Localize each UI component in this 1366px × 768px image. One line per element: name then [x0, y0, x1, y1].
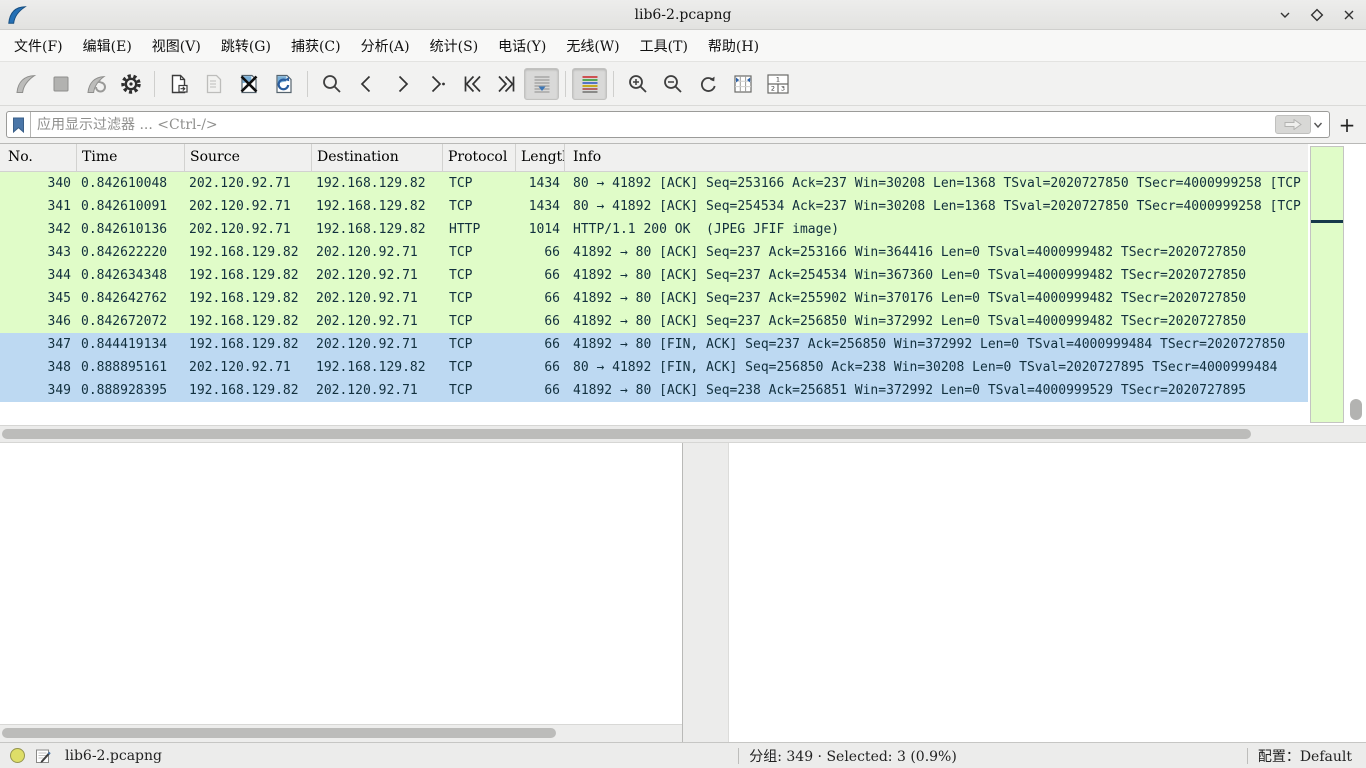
status-separator — [1247, 748, 1248, 764]
open-file-icon[interactable] — [161, 68, 196, 100]
column-header-time[interactable]: Time — [77, 144, 185, 171]
packet-row[interactable]: 345 0.842642762 192.168.129.82 202.120.9… — [0, 287, 1308, 310]
status-packet-counts: 分组: 349 · Selected: 3 (0.9%) — [749, 746, 957, 766]
filter-dropdown-chevron-icon[interactable] — [1313, 121, 1323, 129]
scrollbar-handle[interactable] — [2, 728, 556, 738]
add-filter-button[interactable]: + — [1334, 111, 1360, 138]
column-header-destination[interactable]: Destination — [312, 144, 443, 171]
column-header-no[interactable]: No. — [0, 144, 77, 171]
status-profile[interactable]: 配置：Default — [1258, 746, 1356, 766]
packet-details-horizontal-scrollbar[interactable] — [0, 724, 682, 742]
svg-text:1: 1 — [775, 75, 779, 83]
menu-item[interactable]: 编辑(E) — [73, 31, 142, 61]
display-filter-input-wrap — [6, 111, 1330, 138]
menu-item[interactable]: 无线(W) — [556, 31, 629, 61]
save-file-icon[interactable] — [196, 68, 231, 100]
pane-splitter[interactable] — [683, 443, 728, 742]
column-header-protocol[interactable]: Protocol — [443, 144, 516, 171]
go-last-packet-icon[interactable] — [489, 68, 524, 100]
zoom-out-icon[interactable] — [655, 68, 690, 100]
packet-list-vertical-scrollbar[interactable] — [1350, 399, 1362, 420]
find-packet-icon[interactable] — [314, 68, 349, 100]
column-header-info[interactable]: Info — [565, 144, 1308, 171]
display-filter-input[interactable] — [31, 112, 1275, 137]
main-toolbar: 123 — [0, 62, 1366, 106]
reload-file-icon[interactable] — [266, 68, 301, 100]
column-header-length[interactable]: Length — [516, 144, 565, 171]
packet-row[interactable]: 349 0.888928395 192.168.129.82 202.120.9… — [0, 379, 1308, 402]
auto-scroll-icon[interactable] — [524, 68, 559, 100]
filter-bar: + — [0, 106, 1366, 144]
stop-capture-icon[interactable] — [43, 68, 78, 100]
window-title: lib6-2.pcapng — [0, 7, 1366, 23]
status-bar: lib6-2.pcapng 分组: 349 · Selected: 3 (0.9… — [0, 742, 1366, 768]
toolbar-separator — [154, 71, 155, 97]
menu-item[interactable]: 工具(T) — [630, 31, 698, 61]
maximize-icon[interactable] — [1308, 6, 1326, 24]
status-separator — [738, 748, 739, 764]
menubar: 文件(F)编辑(E)视图(V)跳转(G)捕获(C)分析(A)统计(S)电话(Y)… — [0, 30, 1366, 62]
menu-item[interactable]: 跳转(G) — [211, 31, 281, 61]
titlebar: lib6-2.pcapng — [0, 0, 1366, 30]
packet-details-pane[interactable] — [0, 443, 683, 742]
scrollbar-handle[interactable] — [2, 429, 1251, 439]
apply-filter-icon[interactable] — [1275, 115, 1311, 134]
expert-info-icon[interactable] — [10, 748, 25, 763]
packet-row[interactable]: 343 0.842622220 192.168.129.82 202.120.9… — [0, 241, 1308, 264]
minimize-icon[interactable] — [1276, 6, 1294, 24]
capture-comment-icon[interactable] — [35, 748, 51, 764]
menu-item[interactable]: 统计(S) — [420, 31, 489, 61]
menu-item[interactable]: 捕获(C) — [281, 31, 351, 61]
toolbar-separator — [565, 71, 566, 97]
packet-row[interactable]: 344 0.842634348 192.168.129.82 202.120.9… — [0, 264, 1308, 287]
close-file-icon[interactable] — [231, 68, 266, 100]
detail-panes — [0, 443, 1366, 742]
svg-text:3: 3 — [780, 84, 784, 92]
packet-row[interactable]: 346 0.842672072 192.168.129.82 202.120.9… — [0, 310, 1308, 333]
menu-item[interactable]: 视图(V) — [142, 31, 211, 61]
intelligent-scrollbar-minimap[interactable] — [1310, 146, 1344, 423]
go-forward-icon[interactable] — [384, 68, 419, 100]
packet-row[interactable]: 348 0.888895161 202.120.92.71 192.168.12… — [0, 356, 1308, 379]
go-back-icon[interactable] — [349, 68, 384, 100]
packet-row[interactable]: 340 0.842610048 202.120.92.71 192.168.12… — [0, 172, 1308, 195]
zoom-reset-icon[interactable] — [690, 68, 725, 100]
capture-options-gear-icon[interactable] — [113, 68, 148, 100]
resize-columns-icon[interactable] — [725, 68, 760, 100]
filter-bookmark-icon[interactable] — [7, 112, 31, 137]
go-to-packet-icon[interactable] — [419, 68, 454, 100]
packet-list-pane: No. Time Source Destination Protocol Len… — [0, 144, 1366, 425]
status-filename[interactable]: lib6-2.pcapng — [65, 748, 162, 764]
menu-item[interactable]: 文件(F) — [4, 31, 73, 61]
pane-layout-icon[interactable]: 123 — [760, 68, 795, 100]
toolbar-separator — [613, 71, 614, 97]
colorize-packets-icon[interactable] — [572, 68, 607, 100]
toolbar-separator — [307, 71, 308, 97]
go-first-packet-icon[interactable] — [454, 68, 489, 100]
zoom-in-icon[interactable] — [620, 68, 655, 100]
column-header-source[interactable]: Source — [185, 144, 312, 171]
menu-item[interactable]: 电话(Y) — [488, 31, 556, 61]
packet-row[interactable]: 342 0.842610136 202.120.92.71 192.168.12… — [0, 218, 1308, 241]
packet-bytes-pane[interactable] — [728, 443, 1366, 742]
svg-text:2: 2 — [770, 84, 774, 92]
packet-row[interactable]: 347 0.844419134 192.168.129.82 202.120.9… — [0, 333, 1308, 356]
packet-rows: 340 0.842610048 202.120.92.71 192.168.12… — [0, 172, 1308, 402]
packet-row[interactable]: 341 0.842610091 202.120.92.71 192.168.12… — [0, 195, 1308, 218]
packet-list-horizontal-scrollbar[interactable] — [0, 425, 1366, 443]
restart-capture-icon[interactable] — [78, 68, 113, 100]
minimap-mark — [1311, 220, 1343, 223]
packet-list-header: No. Time Source Destination Protocol Len… — [0, 144, 1308, 172]
menu-item[interactable]: 帮助(H) — [698, 31, 769, 61]
menu-item[interactable]: 分析(A) — [351, 31, 420, 61]
close-icon[interactable] — [1340, 6, 1358, 24]
start-capture-fin-icon[interactable] — [8, 68, 43, 100]
